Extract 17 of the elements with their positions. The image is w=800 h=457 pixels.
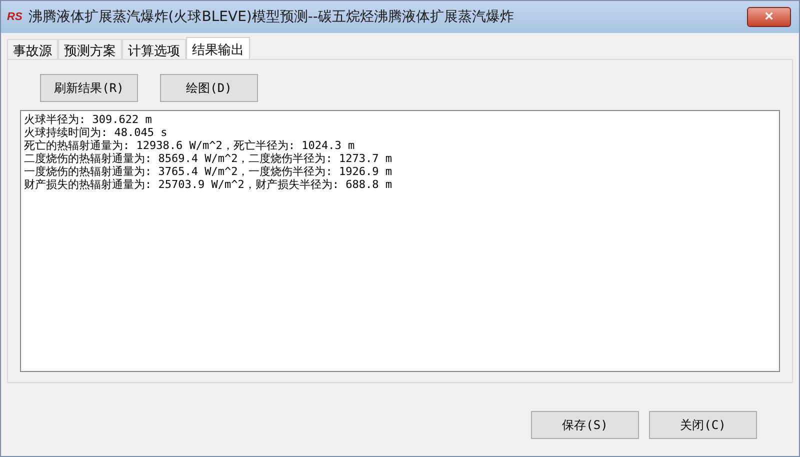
footer-button[interactable]: 保存(S) [531, 411, 639, 439]
toolbar-button[interactable]: 绘图(D) [160, 74, 258, 102]
tab[interactable]: 计算选项 [122, 39, 186, 61]
tab[interactable]: 结果输出 [186, 37, 250, 61]
output-line: 二度烧伤的热辐射通量为: 8569.4 W/m^2，二度烧伤半径为: 1273.7 m [24, 152, 393, 165]
tab[interactable]: 事故源 [7, 39, 58, 61]
window-title: 沸腾液体扩展蒸汽爆炸(火球BLEVE)模型预测--碳五烷烃沸腾液体扩展蒸汽爆炸 [28, 8, 515, 26]
app-logo: RS [7, 11, 22, 23]
toolbar-button[interactable]: 刷新结果(R) [40, 74, 138, 102]
output-line: 火球半径为: 309.622 m [24, 113, 153, 126]
output-line: 火球持续时间为: 48.045 s [24, 126, 168, 139]
footer-button[interactable]: 关闭(C) [649, 411, 757, 439]
output-line: 一度烧伤的热辐射通量为: 3765.4 W/m^2，一度烧伤半径为: 1926.9 m [24, 165, 393, 178]
output-line: 财产损失的热辐射通量为: 25703.9 W/m^2，财产损失半径为: 688.8 m [24, 178, 393, 191]
output-line: 死亡的热辐射通量为: 12938.6 W/m^2，死亡半径为: 1024.3 m [24, 139, 356, 152]
tab[interactable]: 预测方案 [58, 39, 122, 61]
output-textarea[interactable] [20, 110, 780, 372]
